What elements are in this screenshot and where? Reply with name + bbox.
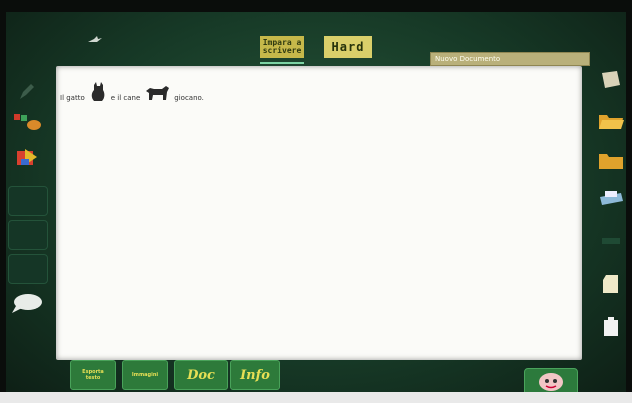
print-icon: [597, 187, 625, 214]
print-button[interactable]: [594, 184, 628, 216]
word-text: Il gatto: [60, 94, 85, 102]
active-tab-indicator: [260, 62, 304, 64]
scroll-tool-button[interactable]: [594, 66, 628, 98]
eraser-icon: [599, 232, 623, 253]
export-text-button[interactable]: Esporta testo: [70, 360, 116, 390]
dog-symbol-icon: [144, 82, 170, 102]
tool-slot-1[interactable]: [8, 186, 48, 216]
screen-bezel-left: [0, 0, 6, 403]
tab-simple-label: Impara a scrivere: [262, 38, 302, 55]
bird-logo-icon: [88, 36, 102, 47]
speech-bubble-icon: [10, 293, 44, 319]
screen-bezel-top: [0, 0, 632, 12]
word-text: e il cane: [110, 94, 141, 102]
info-button[interactable]: Info: [230, 360, 280, 390]
bottom-bar: Esporta testo Immagini Doc Info: [56, 358, 582, 392]
copy-icon: [599, 272, 623, 301]
eraser-button[interactable]: [594, 226, 628, 258]
word-text: giocano.: [174, 94, 204, 102]
folder-button[interactable]: [594, 146, 628, 178]
tool-slot-2[interactable]: [8, 220, 48, 250]
shapes-icon: [15, 147, 39, 173]
colors-tool-button[interactable]: [8, 110, 46, 138]
screen-bezel-right: [626, 0, 632, 403]
info-label: Info: [240, 367, 270, 383]
top-bar: Impara a scrivere Hard Nuovo Documento: [10, 14, 622, 66]
images-label: Immagini: [131, 372, 159, 378]
left-toolbar: [6, 80, 48, 320]
tool-slot-3[interactable]: [8, 254, 48, 284]
paste-button[interactable]: [594, 312, 628, 344]
doc-label: Doc: [187, 367, 215, 383]
tab-hard-label: Hard: [331, 40, 365, 54]
shapes-tool-button[interactable]: [8, 146, 46, 174]
tab-simple-mode[interactable]: Impara a scrivere: [260, 36, 304, 64]
app-screen: Impara a scrivere Hard Nuovo Documento I…: [0, 0, 632, 403]
speech-tool-button[interactable]: [8, 292, 46, 320]
pencil-tool-button[interactable]: [8, 80, 46, 108]
cat-symbol-icon: [89, 82, 107, 102]
scroll-icon: [599, 69, 623, 96]
document-name-field[interactable]: Nuovo Documento: [430, 52, 590, 66]
open-folder-button[interactable]: [594, 106, 628, 138]
copy-button[interactable]: [594, 270, 628, 302]
document-text-line: Il gatto e il cane giocano.: [60, 82, 204, 102]
folder-icon: [597, 149, 625, 176]
export-text-label: Esporta testo: [82, 369, 104, 381]
doc-button[interactable]: Doc: [174, 360, 228, 390]
pencil-icon: [17, 82, 37, 106]
document-canvas[interactable]: Il gatto e il cane giocano.: [56, 66, 582, 360]
folder-open-icon: [597, 109, 625, 136]
paste-icon: [600, 314, 622, 343]
screen-bezel-bottom: [0, 392, 632, 403]
tab-hard-mode[interactable]: Hard: [324, 36, 372, 58]
colors-icon: [12, 111, 42, 137]
images-button[interactable]: Immagini: [122, 360, 168, 390]
